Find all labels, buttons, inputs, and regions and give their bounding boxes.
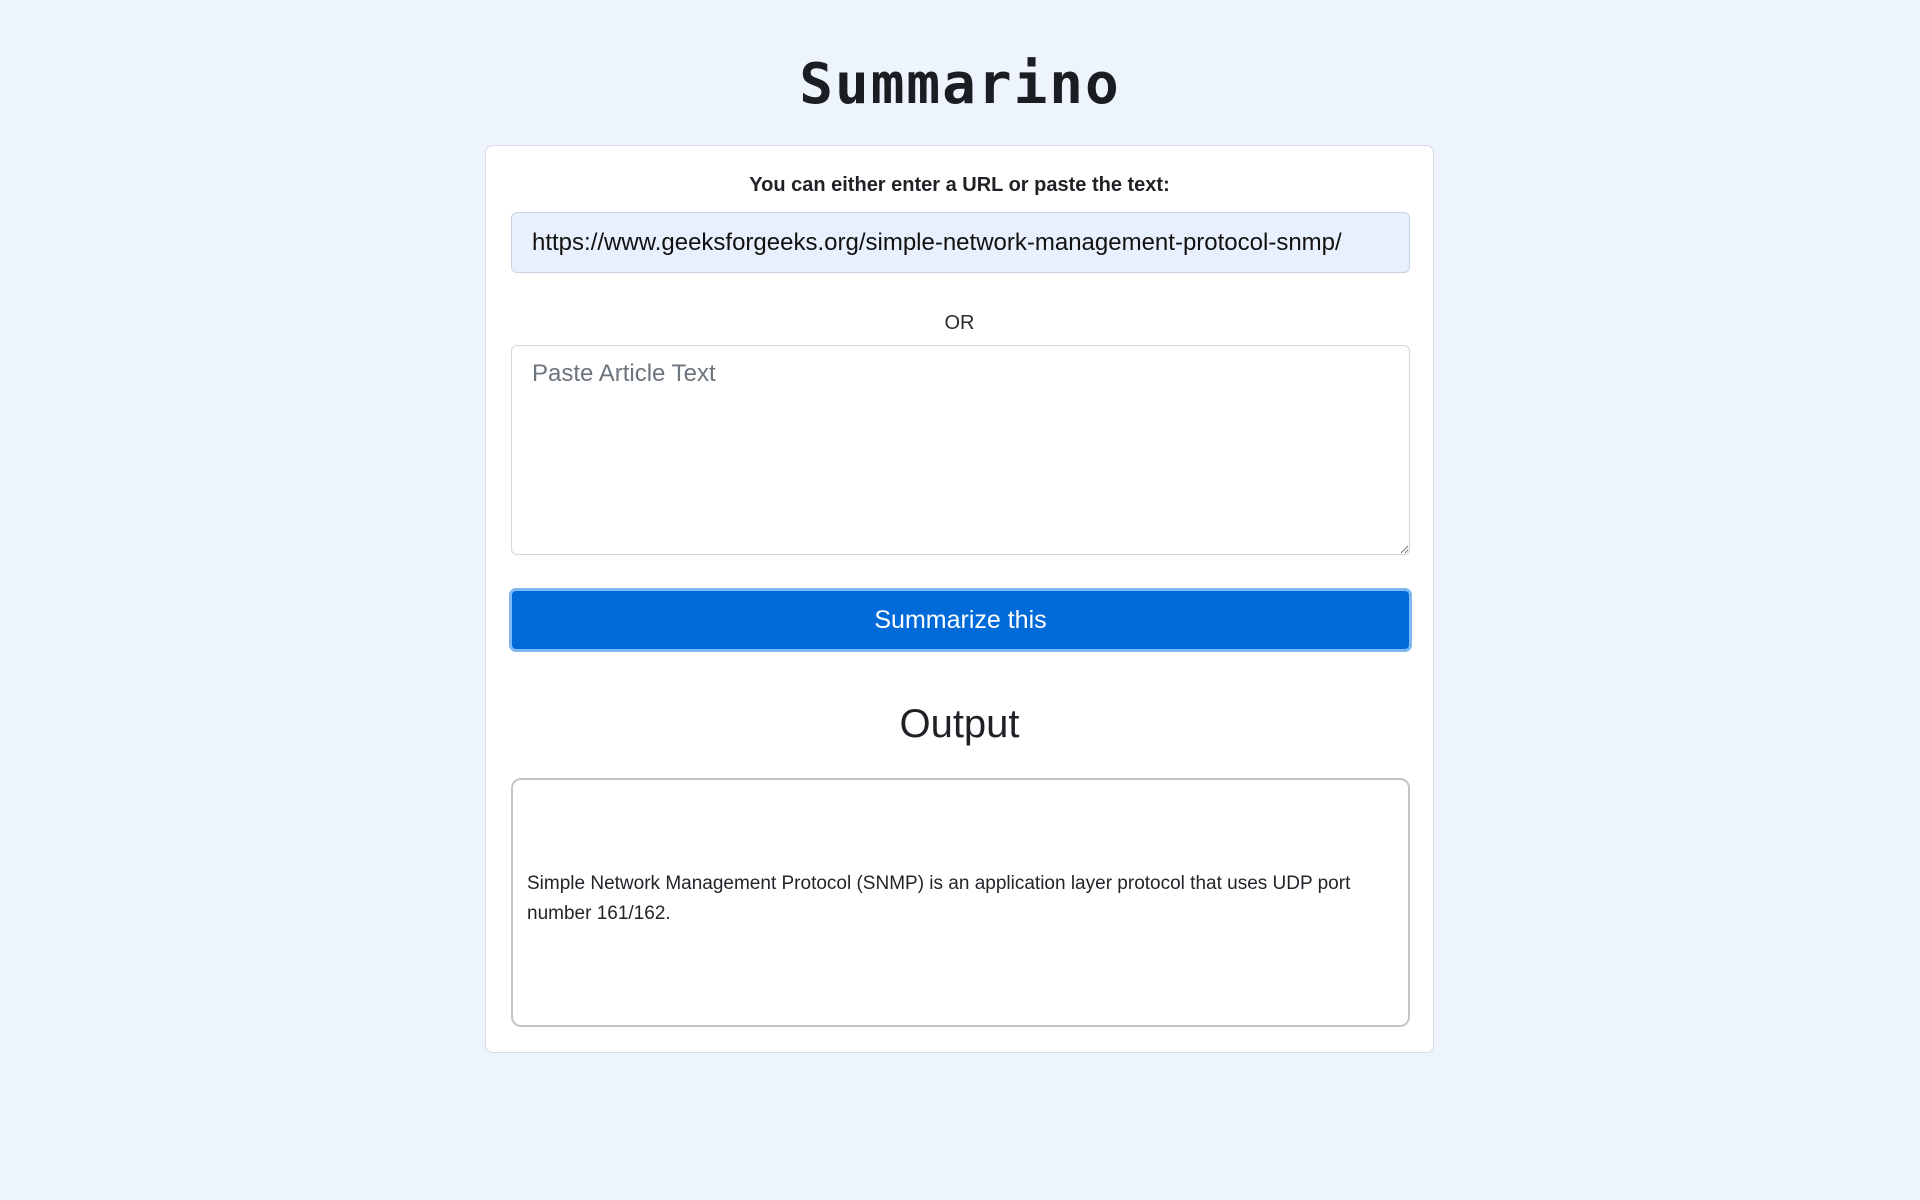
output-box: Simple Network Management Protocol (SNMP… — [511, 778, 1410, 1027]
instructions-label: You can either enter a URL or paste the … — [749, 174, 1170, 196]
output-text: Simple Network Management Protocol (SNMP… — [527, 872, 1351, 924]
article-text-input[interactable] — [511, 345, 1410, 555]
url-input[interactable] — [511, 212, 1410, 273]
or-label: OR — [944, 312, 975, 334]
summarize-button[interactable]: Summarize this — [509, 588, 1412, 652]
app-title: Summarino — [799, 52, 1121, 117]
summarizer-card: You can either enter a URL or paste the … — [485, 145, 1434, 1053]
output-heading: Output — [899, 702, 1020, 746]
page: Summarino You can either enter a URL or … — [0, 0, 1920, 1200]
